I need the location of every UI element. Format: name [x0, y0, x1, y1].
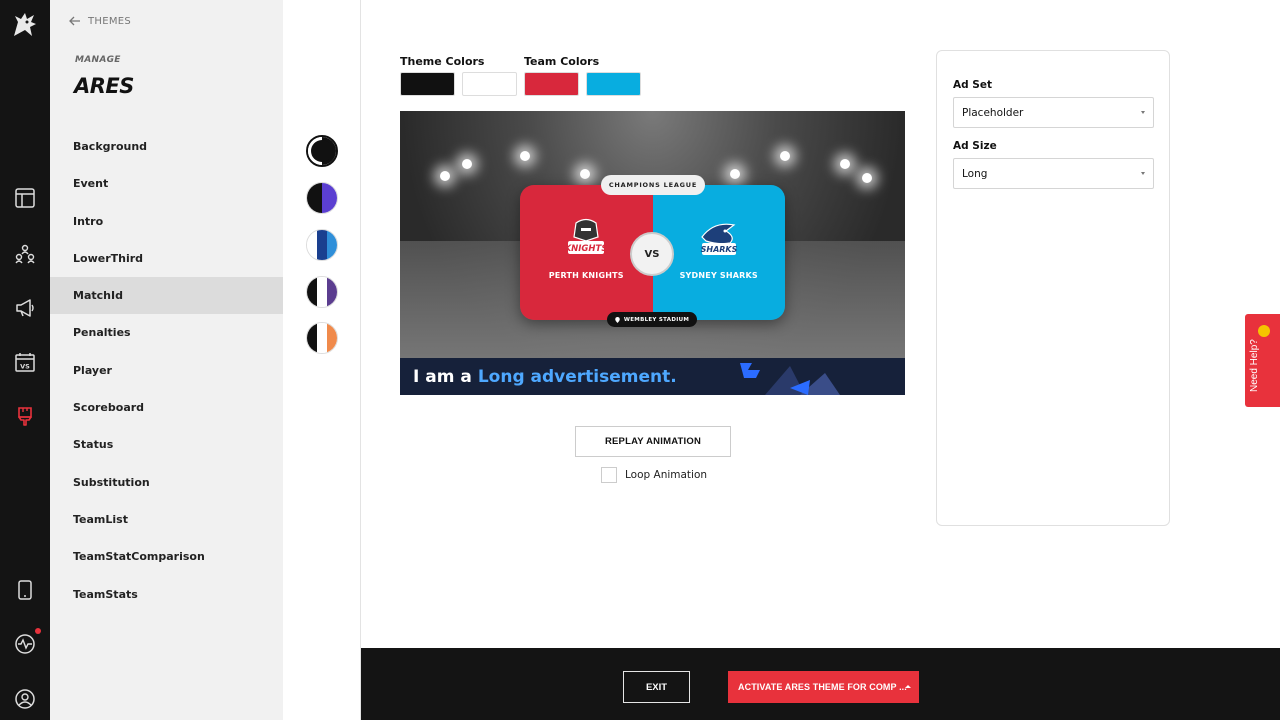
need-help-tab[interactable]: Need Help? — [1245, 314, 1280, 407]
home-team-name: PERTH KNIGHTS — [548, 271, 624, 280]
nav-item-intro[interactable]: Intro — [50, 203, 283, 240]
ad-size-label: Ad Size — [953, 140, 997, 152]
venue-badge: WEMBLEY STADIUM — [607, 312, 697, 327]
need-help-label: Need Help? — [1249, 339, 1260, 392]
nav-item-player[interactable]: Player — [50, 352, 283, 389]
paintbrush-icon[interactable] — [13, 404, 37, 428]
loop-animation-checkbox[interactable] — [601, 467, 617, 483]
activate-theme-button[interactable]: ACTIVATE ARES THEME FOR COMP ... — [728, 671, 919, 703]
floodlight — [580, 169, 590, 179]
color-preset-3[interactable] — [306, 229, 338, 261]
ad-size-select[interactable]: Long — [953, 158, 1154, 189]
exit-button[interactable]: EXIT — [623, 671, 690, 703]
loop-animation-label: Loop Animation — [625, 469, 708, 481]
ad-set-select[interactable]: Placeholder — [953, 97, 1154, 128]
users-icon[interactable] — [13, 242, 37, 266]
venue-name: WEMBLEY STADIUM — [623, 316, 690, 323]
loop-animation-toggle: Loop Animation — [601, 467, 707, 483]
arrow-left-icon — [69, 16, 80, 26]
theme-colors-label: Theme Colors — [400, 55, 485, 68]
theme-color-secondary[interactable] — [462, 72, 517, 96]
team-colors-label: Team Colors — [524, 55, 600, 68]
nav-item-teamstats[interactable]: TeamStats — [50, 576, 283, 613]
icon-rail: VS — [0, 0, 50, 720]
chevron-up-icon[interactable] — [905, 685, 911, 688]
ad-decoration-icon — [740, 363, 840, 395]
color-preset-2[interactable] — [306, 182, 338, 214]
league-badge: CHAMPIONS LEAGUE — [601, 175, 705, 195]
megaphone-icon[interactable] — [13, 296, 37, 320]
activity-icon[interactable] — [13, 628, 41, 656]
color-preset-1[interactable] — [306, 135, 338, 167]
nav-item-teamstatcomparison[interactable]: TeamStatComparison — [50, 538, 283, 575]
nav-item-event[interactable]: Event — [50, 165, 283, 202]
ad-set-value: Placeholder — [962, 106, 1024, 119]
tablet-icon[interactable] — [13, 578, 37, 602]
theme-preview: KNIGHTS PERTH KNIGHTS SHARKS SYDNEY SHAR… — [400, 111, 905, 395]
floodlight — [862, 173, 872, 183]
chevron-down-icon — [1141, 111, 1145, 114]
team-color-home[interactable] — [524, 72, 579, 96]
notification-dot — [35, 628, 41, 634]
match-card: KNIGHTS PERTH KNIGHTS SHARKS SYDNEY SHAR… — [520, 185, 785, 320]
floodlight — [520, 151, 530, 161]
versus-calendar-icon[interactable]: VS — [13, 350, 37, 374]
nav-item-substitution[interactable]: Substitution — [50, 464, 283, 501]
chevron-down-icon — [1141, 172, 1145, 175]
sharks-logo-icon: SHARKS — [700, 223, 737, 255]
color-preset-column — [283, 0, 361, 720]
nav-item-background[interactable]: Background — [50, 128, 283, 165]
component-list: Background Event Intro LowerThird MatchI… — [50, 128, 283, 613]
theme-color-primary[interactable] — [400, 72, 455, 96]
vs-badge: VS — [630, 232, 674, 276]
back-label: THEMES — [88, 15, 132, 27]
back-to-themes-link[interactable]: THEMES — [68, 14, 131, 28]
replay-animation-button[interactable]: REPLAY ANIMATION — [575, 426, 731, 457]
nav-item-lowerthird[interactable]: LowerThird — [50, 240, 283, 277]
ad-text-prefix: I am a — [413, 366, 472, 387]
nav-item-penalties[interactable]: Penalties — [50, 314, 283, 351]
floodlight — [440, 171, 450, 181]
app-root: VS THEMES MANAGE ARES Background Event I… — [0, 0, 1280, 720]
svg-text:KNIGHTS: KNIGHTS — [565, 244, 608, 254]
advertisement-banner: I am a Long advertisement. — [400, 358, 905, 395]
footer-bar: EXIT ACTIVATE ARES THEME FOR COMP ... — [361, 648, 1280, 720]
nav-item-matchid[interactable]: MatchId — [50, 277, 283, 315]
theme-nav: THEMES MANAGE ARES Background Event Intr… — [50, 0, 283, 720]
knights-logo-icon: KNIGHTS — [565, 218, 608, 254]
layout-icon[interactable] — [13, 186, 37, 210]
ad-text-highlight: Long advertisement. — [477, 366, 677, 387]
away-team-name: SYDNEY SHARKS — [679, 271, 758, 280]
svg-text:VS: VS — [20, 363, 30, 371]
main-panel: Theme Colors Team Colors KNIGHTS PERTH K… — [361, 0, 1280, 648]
location-pin-icon — [615, 316, 620, 323]
activate-theme-label: ACTIVATE ARES THEME FOR COMP ... — [738, 682, 907, 692]
theme-title: ARES — [74, 74, 134, 98]
nav-item-scoreboard[interactable]: Scoreboard — [50, 389, 283, 426]
help-emoji-icon — [1258, 325, 1270, 337]
logo-icon[interactable] — [10, 10, 40, 40]
nav-item-teamlist[interactable]: TeamList — [50, 501, 283, 538]
floodlight — [462, 159, 472, 169]
color-preset-5[interactable] — [306, 322, 338, 354]
manage-label: MANAGE — [75, 55, 121, 65]
floodlight — [730, 169, 740, 179]
ad-set-label: Ad Set — [953, 79, 993, 91]
svg-text:SHARKS: SHARKS — [700, 245, 737, 254]
nav-item-status[interactable]: Status — [50, 426, 283, 463]
ad-size-value: Long — [962, 167, 988, 180]
floodlight — [840, 159, 850, 169]
floodlight — [780, 151, 790, 161]
ad-settings-panel: Ad Set Placeholder Ad Size Long — [936, 50, 1170, 526]
team-color-away[interactable] — [586, 72, 641, 96]
profile-icon[interactable] — [13, 687, 37, 711]
color-preset-4[interactable] — [306, 276, 338, 308]
